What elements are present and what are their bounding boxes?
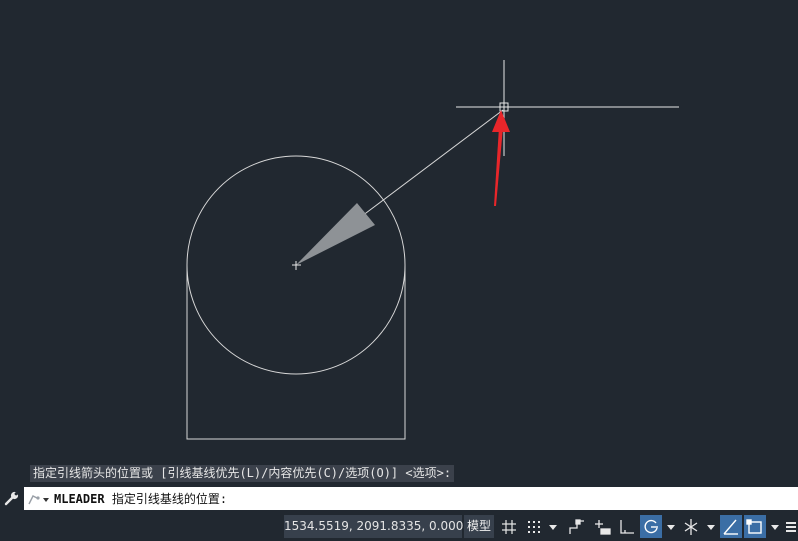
object-snap-toggle[interactable] bbox=[744, 515, 766, 538]
polar-tracking-icon bbox=[644, 519, 658, 533]
object-snap-icon bbox=[746, 518, 762, 534]
command-line-bar: MLEADER 指定引线基线的位置: bbox=[0, 486, 798, 511]
grid-icon bbox=[502, 519, 516, 534]
polar-menu-dropdown[interactable] bbox=[664, 515, 678, 538]
isodraft-toggle[interactable] bbox=[680, 515, 702, 538]
drawing-canvas[interactable] bbox=[0, 0, 798, 541]
recent-commands-icon bbox=[28, 494, 49, 504]
grid-toggle[interactable] bbox=[499, 515, 519, 538]
object-snap-tracking-icon bbox=[723, 519, 738, 535]
leader-line bbox=[357, 109, 504, 220]
command-name: MLEADER bbox=[54, 492, 105, 506]
object-snap-menu-dropdown[interactable] bbox=[768, 515, 782, 538]
infer-constraints-icon bbox=[569, 518, 584, 534]
dynamic-input-icon bbox=[595, 519, 611, 535]
chevron-down-icon bbox=[707, 524, 715, 530]
leader-arrowhead bbox=[296, 203, 375, 265]
infer-constraints-toggle[interactable] bbox=[566, 515, 588, 538]
recent-commands-button[interactable] bbox=[24, 487, 54, 510]
customize-icon bbox=[786, 521, 796, 532]
wrench-icon[interactable] bbox=[2, 488, 22, 508]
rectangle-geometry bbox=[186, 265, 406, 440]
isodraft-icon bbox=[684, 518, 698, 535]
command-prompt: 指定引线基线的位置: bbox=[111, 492, 228, 506]
snap-menu-dropdown[interactable] bbox=[546, 515, 560, 538]
ortho-icon bbox=[620, 519, 634, 534]
ortho-toggle[interactable] bbox=[616, 515, 638, 538]
polar-tracking-toggle[interactable] bbox=[640, 515, 662, 538]
isodraft-menu-dropdown[interactable] bbox=[704, 515, 718, 538]
object-snap-tracking-toggle[interactable] bbox=[720, 515, 742, 538]
chevron-down-icon bbox=[667, 524, 675, 530]
command-history-line: 指定引线箭头的位置或 [引线基线优先(L)/内容优先(C)/选项(O)] <选项… bbox=[30, 465, 455, 482]
chevron-down-icon bbox=[771, 524, 779, 530]
model-space-button[interactable]: 模型 bbox=[464, 515, 494, 538]
coordinate-readout[interactable]: 1534.5519, 2091.8335, 0.0000 bbox=[284, 515, 471, 538]
customize-button[interactable] bbox=[784, 515, 798, 538]
snap-toggle[interactable] bbox=[523, 515, 545, 538]
annotation-arrow bbox=[492, 110, 510, 206]
snap-icon bbox=[528, 520, 540, 533]
command-input[interactable]: MLEADER 指定引线基线的位置: bbox=[24, 487, 798, 510]
chevron-down-icon bbox=[549, 524, 557, 530]
command-text: MLEADER 指定引线基线的位置: bbox=[54, 490, 227, 507]
status-bar: 1534.5519, 2091.8335, 0.0000 模型 bbox=[0, 513, 798, 541]
crosshair-cursor bbox=[456, 60, 679, 156]
dynamic-input-toggle[interactable] bbox=[590, 515, 614, 538]
